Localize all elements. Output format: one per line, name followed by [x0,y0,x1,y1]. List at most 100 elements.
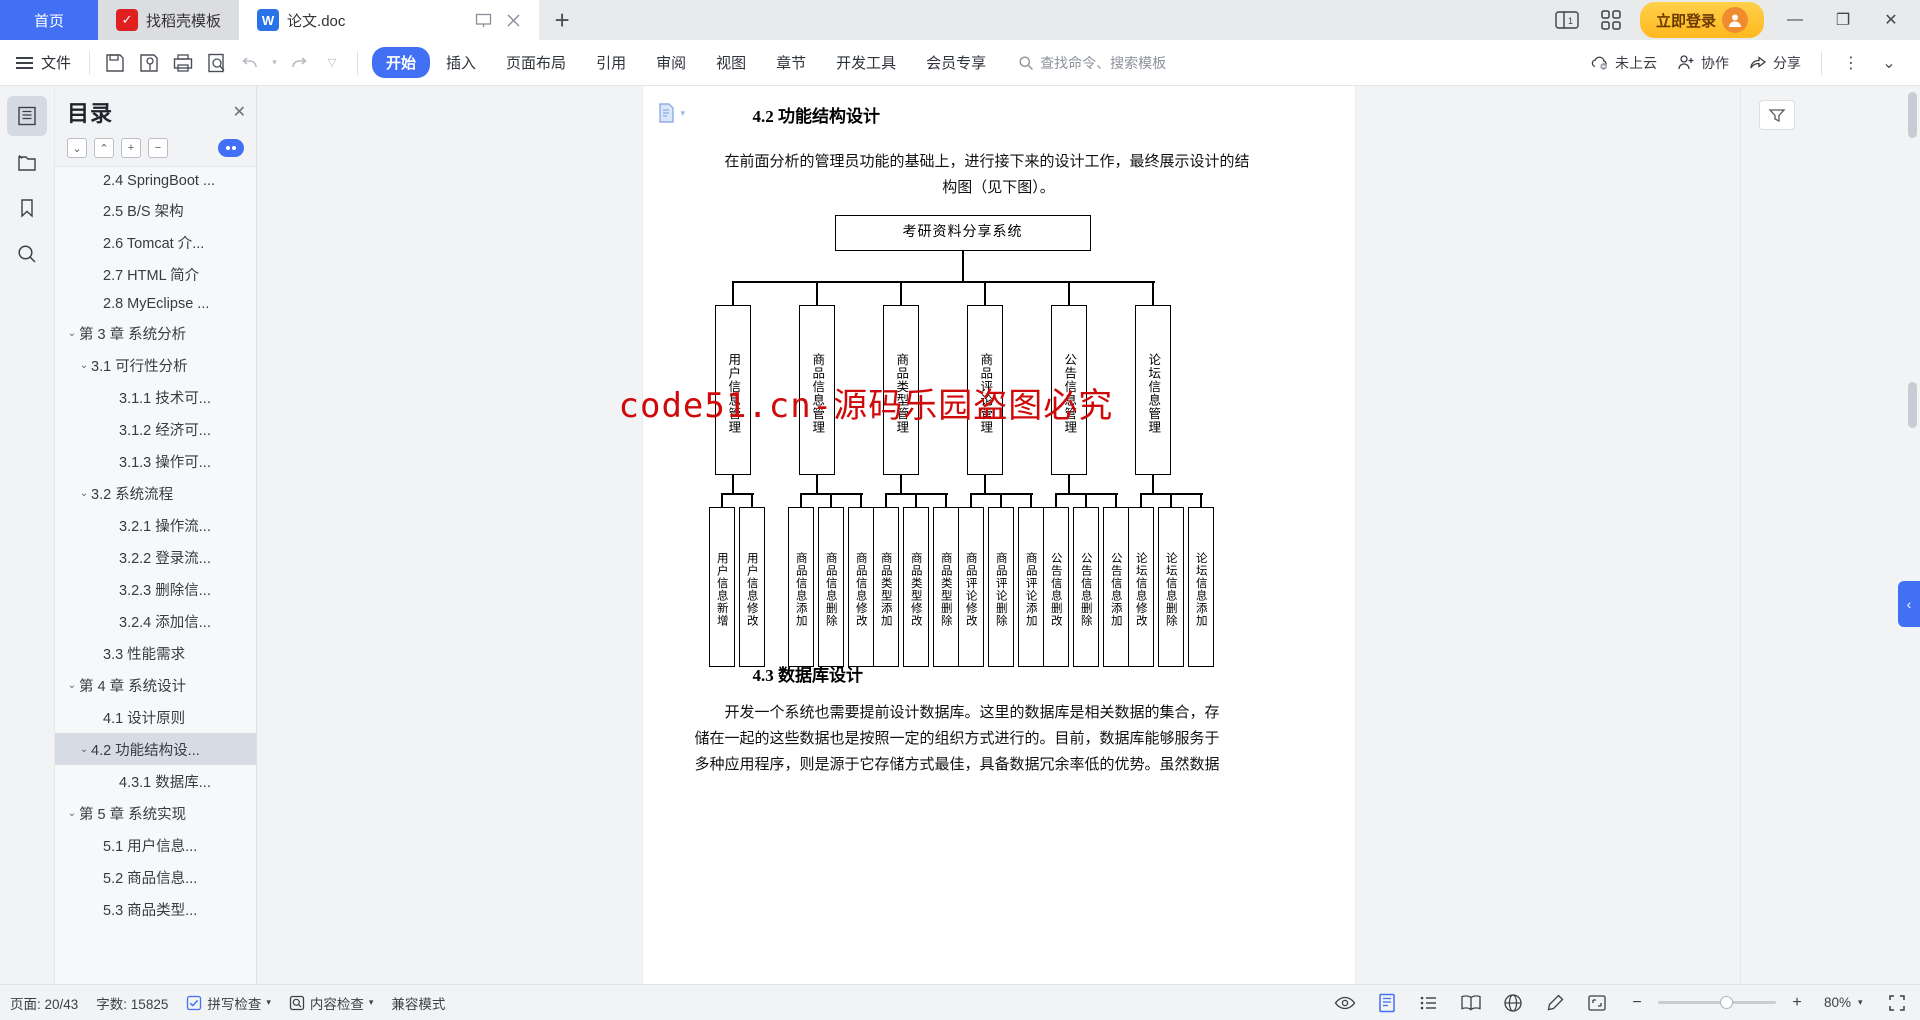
chevron-down-icon[interactable]: ⌄ [65,808,79,819]
chevron-down-icon[interactable]: ▾ [369,997,374,1008]
ribbon-tab-devtools[interactable]: 开发工具 [822,47,910,78]
print-preview-icon[interactable] [200,48,234,78]
collapse-ribbon-icon[interactable]: ⌄ [1872,48,1906,78]
redo-icon[interactable] [281,48,315,78]
chevron-down-icon[interactable]: ▾ [266,997,271,1008]
pen-icon[interactable] [1542,991,1568,1015]
ribbon-tab-review[interactable]: 审阅 [642,47,700,78]
window-close-button[interactable]: ✕ [1874,10,1908,30]
toc-item[interactable]: ⌄ 第 3 章 系统分析 [55,317,256,349]
save-icon[interactable] [98,48,132,78]
toc-item[interactable]: 3.3 性能需求 [55,637,256,669]
chevron-down-icon[interactable]: ▾ [1858,997,1863,1008]
undo-dropdown-icon[interactable]: ▾ [268,48,281,78]
toc-item[interactable]: 4.3.1 数据库... [55,765,256,797]
scrollbar-thumb-top[interactable] [1908,92,1917,138]
toc-item[interactable]: 2.8 MyEclipse ... [55,290,256,317]
toc-item[interactable]: 5.1 用户信息... [55,829,256,861]
document-page[interactable]: ▾ 4.2 功能结构设计 在前面分析的管理员功能的基础上，进行接下来的设计工作，… [619,86,1355,984]
save-as-icon[interactable] [132,48,166,78]
customize-quick-access-icon[interactable]: ▽ [315,48,349,78]
page-view-icon[interactable] [1374,991,1400,1015]
collaborate-button[interactable]: 协作 [1669,49,1737,77]
toc-item[interactable]: 2.7 HTML 简介 [55,258,256,290]
scrollbar-thumb[interactable] [1908,382,1917,428]
toc-item[interactable]: ⌄ 第 5 章 系统实现 [55,797,256,829]
close-icon[interactable]: ✕ [233,102,246,122]
fit-page-icon[interactable] [1584,991,1610,1015]
tab-home[interactable]: 首页 [0,0,99,40]
word-count-indicator[interactable]: 字数: 15825 [96,993,168,1013]
toc-item[interactable]: 2.5 B/S 架构 [55,194,256,226]
chevron-down-icon[interactable]: ⌄ [77,744,91,755]
document-scrollbar[interactable] [1908,92,1917,990]
rail-chapter-button[interactable] [7,142,47,182]
zoom-out-button[interactable]: − [1626,992,1648,1014]
file-menu-button[interactable]: 文件 [10,52,81,73]
share-button[interactable]: 分享 [1741,49,1809,77]
undo-icon[interactable] [234,48,268,78]
ribbon-tab-view[interactable]: 视图 [702,47,760,78]
content-check-button[interactable]: 内容检查 ▾ [289,993,374,1013]
reading-view-icon[interactable] [1458,991,1484,1015]
split-view-icon[interactable]: 1 [1552,7,1582,33]
collapse-up-icon[interactable]: ⌃ [94,138,114,158]
toc-item[interactable]: ⌄ 3.1 可行性分析 [55,349,256,381]
outline-view-icon[interactable] [1416,991,1442,1015]
zoom-in-button[interactable]: + [1786,992,1808,1014]
toc-item[interactable]: 3.2.4 添加信... [55,605,256,637]
toc-item[interactable]: 3.1.2 经济可... [55,413,256,445]
window-minimize-button[interactable]: — [1778,11,1812,29]
chevron-down-icon[interactable]: ⌄ [77,488,91,499]
expand-down-icon[interactable]: ⌄ [67,138,87,158]
toc-item[interactable]: 5.2 商品信息... [55,861,256,893]
chevron-down-icon[interactable]: ⌄ [77,360,91,371]
toc-item[interactable]: 3.2.3 删除信... [55,573,256,605]
chevron-down-icon[interactable]: ▾ [681,108,686,119]
rail-outline-button[interactable] [7,96,47,136]
tab-docer-templates[interactable]: ✓ 找稻壳模板 [98,0,240,40]
paragraph-marker-icon[interactable]: ▾ [657,102,686,124]
ribbon-tab-section[interactable]: 章节 [762,47,820,78]
app-grid-icon[interactable] [1596,7,1626,33]
window-maximize-button[interactable]: ❐ [1826,10,1860,30]
ribbon-tab-layout[interactable]: 页面布局 [492,47,580,78]
zoom-slider[interactable] [1658,996,1776,1009]
toc-item[interactable]: 2.6 Tomcat 介... [55,226,256,258]
document-canvas[interactable]: ▾ 4.2 功能结构设计 在前面分析的管理员功能的基础上，进行接下来的设计工作，… [257,86,1740,984]
page-indicator[interactable]: 页面: 20/43 [10,993,78,1013]
toc-item[interactable]: ⌄ 3.2 系统流程 [55,477,256,509]
toc-item[interactable]: ⌄ 第 4 章 系统设计 [55,669,256,701]
toc-item[interactable]: ⌄ 4.2 功能结构设... [55,733,256,765]
chevron-down-icon[interactable]: ⌄ [65,328,79,339]
close-tab-icon[interactable] [506,13,521,28]
toc-item-list[interactable]: 2.4 SpringBoot ... 2.5 B/S 架构 2.6 Tomcat 介… [55,166,256,984]
zoom-level-label[interactable]: 80% ▾ [1824,995,1868,1010]
present-icon[interactable] [475,12,492,29]
more-options-icon[interactable]: ⋮ [1834,48,1868,78]
zoom-slider-knob[interactable] [1720,996,1733,1009]
fullscreen-icon[interactable] [1884,991,1910,1015]
chevron-down-icon[interactable]: ⌄ [65,680,79,691]
web-view-icon[interactable] [1500,991,1526,1015]
toc-item[interactable]: 3.2.1 操作流... [55,509,256,541]
ribbon-tab-start[interactable]: 开始 [372,47,431,78]
expand-all-icon[interactable]: + [121,138,141,158]
ribbon-tab-references[interactable]: 引用 [582,47,640,78]
comment-filter-button[interactable] [1759,100,1795,130]
toc-settings-toggle[interactable] [218,139,244,157]
collapse-all-icon[interactable]: − [148,138,168,158]
ribbon-tab-insert[interactable]: 插入 [432,47,490,78]
new-tab-button[interactable]: + [539,0,585,40]
zoom-control[interactable]: − + [1626,992,1808,1014]
toc-item[interactable]: 3.1.1 技术可... [55,381,256,413]
cloud-status-button[interactable]: 未上云 [1582,49,1665,77]
print-icon[interactable] [166,48,200,78]
tab-document[interactable]: W 论文.doc [239,0,540,40]
toc-item[interactable]: 2.4 SpringBoot ... [55,167,256,194]
command-search[interactable]: 查找命令、搜索模板 [1018,53,1166,73]
spellcheck-button[interactable]: 拼写检查 ▾ [186,993,271,1013]
rail-search-button[interactable] [7,234,47,274]
toc-item[interactable]: 4.1 设计原则 [55,701,256,733]
eye-icon[interactable] [1332,991,1358,1015]
